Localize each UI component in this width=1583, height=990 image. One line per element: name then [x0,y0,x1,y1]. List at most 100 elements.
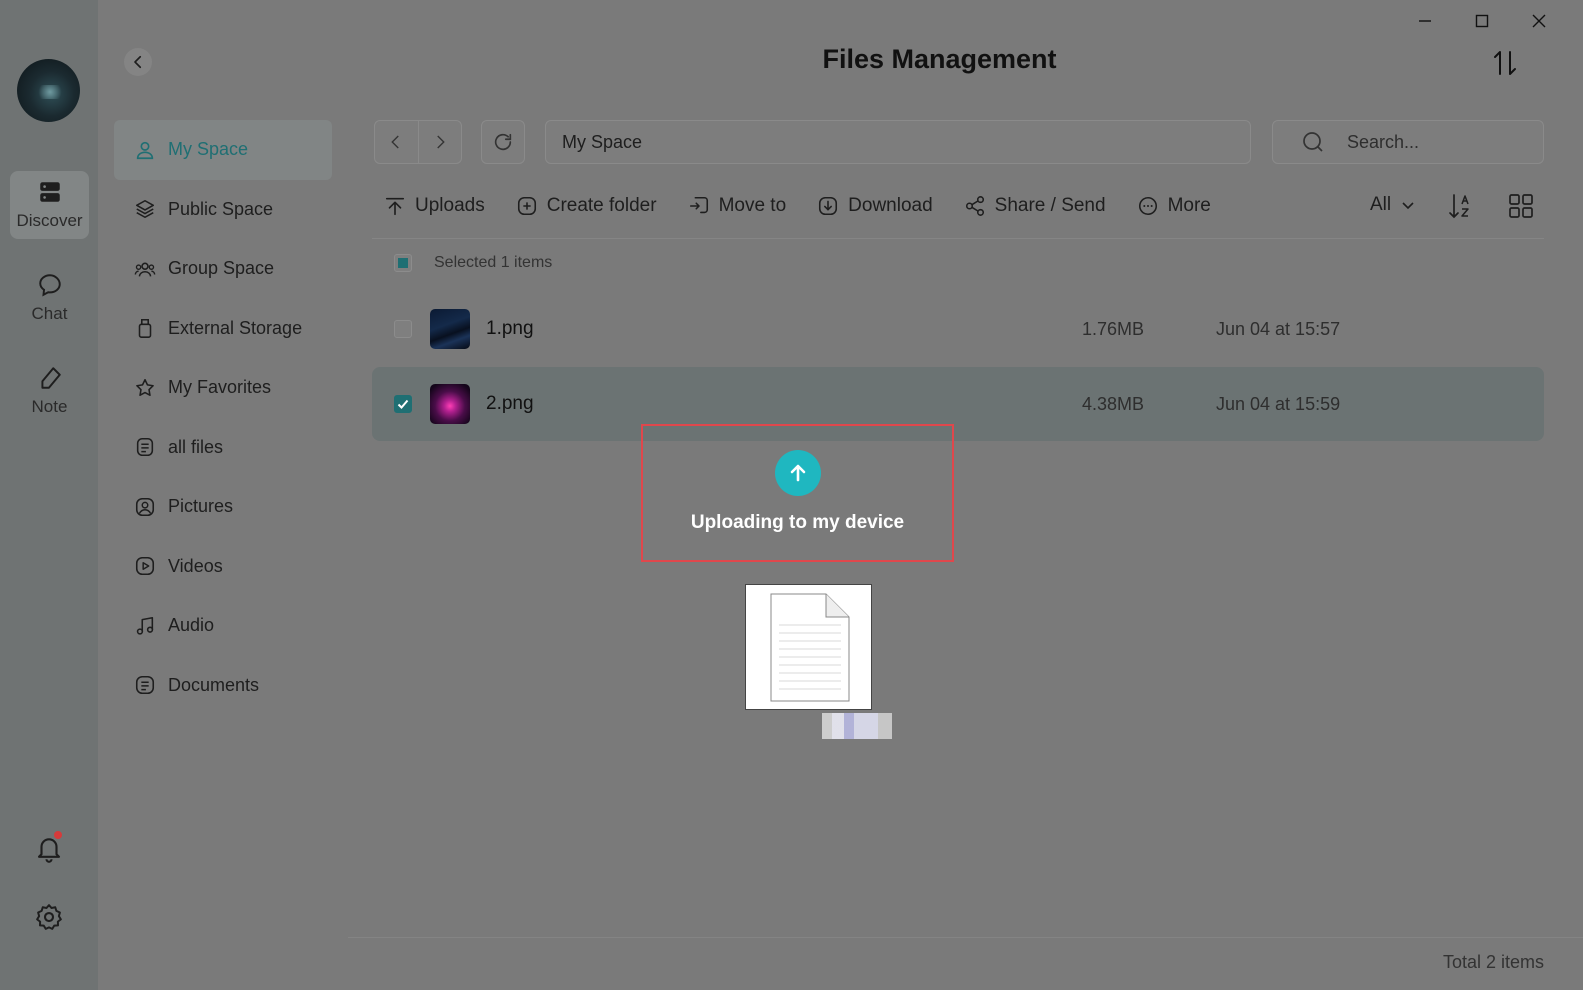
grid-icon [1509,194,1533,218]
history-nav [374,120,462,164]
minimize-button[interactable] [1412,8,1438,34]
transfer-button[interactable] [1490,48,1520,78]
document-icon [135,676,155,695]
upload-drop-zone[interactable]: Uploading to my device [641,424,954,562]
notifications-button[interactable] [34,831,64,863]
video-icon [135,557,155,576]
move-to-button[interactable]: Move to [688,195,786,217]
settings-button[interactable] [34,902,64,932]
move-icon [689,196,708,214]
more-icon [1138,196,1157,216]
sidebar-item-videos[interactable]: Videos [114,537,332,597]
pen-icon [40,367,61,389]
notification-badge [54,831,62,839]
rail-item-label: Note [31,397,68,416]
file-thumbnail [430,309,470,349]
search-box[interactable]: Search... [1272,120,1544,164]
server-icon [39,182,60,202]
file-date: Jun 04 at 15:59 [1216,393,1341,414]
file-thumbnail [430,384,470,424]
drop-zone-label: Uploading to my device [690,512,905,533]
file-size: 1.76MB [1082,318,1145,339]
sidebar-item-all-files[interactable]: all files [114,418,332,478]
selection-header: Selected 1 items [394,254,552,272]
sidebar-item-documents[interactable]: Documents [114,656,332,716]
share-icon [965,196,984,216]
toolbar: Uploads Create folder Move to Download S… [384,188,1211,224]
rail-item-chat[interactable]: Chat [10,264,89,332]
sidebar-item-external-storage[interactable]: External Storage [114,299,332,359]
total-items: Total 2 items [1442,952,1544,972]
search-icon [1303,132,1323,152]
sidebar-item-my-favorites[interactable]: My Favorites [114,358,332,418]
minimize-icon [1419,20,1431,22]
file-size: 4.38MB [1082,393,1145,414]
refresh-button[interactable] [481,120,525,164]
history-forward-button[interactable] [419,121,462,163]
dragged-file-label [822,713,892,739]
file-icon [770,593,850,702]
maximize-icon [1475,14,1489,28]
upload-arrow-icon [774,450,821,496]
back-button[interactable] [124,48,152,76]
page-title: Files Management [822,44,1057,74]
filter-dropdown[interactable]: All [1370,194,1415,216]
rail-item-label: Chat [31,304,68,323]
sidebar-item-audio[interactable]: Audio [114,596,332,656]
sidebar-item-my-space[interactable]: My Space [114,120,332,180]
rail-item-label: Discover [16,211,83,230]
row-checkbox[interactable] [394,395,412,413]
select-all-checkbox[interactable] [394,254,412,272]
group-icon [134,262,156,277]
sidebar-item-public-space[interactable]: Public Space [114,180,332,240]
sort-button[interactable] [1448,192,1474,220]
status-bar: Total 2 items [348,937,1583,990]
selection-count: Selected 1 items [434,254,553,271]
table-row[interactable]: 1.png 1.76MB Jun 04 at 15:57 [372,292,1544,366]
file-name: 2.png [486,393,534,414]
rail-item-discover[interactable]: Discover [10,171,89,239]
uploads-button[interactable]: Uploads [384,195,485,217]
file-date: Jun 04 at 15:57 [1216,318,1341,339]
path-field[interactable]: My Space [545,120,1251,164]
app-rail: Discover Chat Note [0,0,98,990]
chevron-right-icon [437,135,445,149]
chevron-left-icon [134,55,142,69]
file-name: 1.png [486,318,534,339]
space-nav: My Space Public Space Group Space Extern… [114,120,332,715]
maximize-button[interactable] [1469,8,1495,34]
star-icon [136,378,154,396]
add-circle-icon [517,196,536,216]
dragged-file-preview [745,584,872,710]
share-send-button[interactable]: Share / Send [964,195,1106,217]
music-icon [136,616,154,635]
upload-icon [385,197,405,216]
avatar[interactable] [17,59,80,122]
row-checkbox[interactable] [394,320,412,338]
usb-icon [138,319,152,339]
table-row[interactable]: 2.png 4.38MB Jun 04 at 15:59 [372,367,1544,441]
layers-icon [135,200,155,219]
grid-view-button[interactable] [1507,192,1535,220]
divider [372,238,1544,239]
sidebar: My Space Public Space Group Space Extern… [98,0,348,990]
picture-icon [135,497,155,516]
download-icon [819,196,838,216]
chevron-down-icon [1402,202,1414,210]
history-back-button[interactable] [375,121,419,163]
sidebar-item-pictures[interactable]: Pictures [114,477,332,537]
more-button[interactable]: More [1137,195,1211,217]
close-button[interactable] [1526,8,1552,34]
close-icon [1532,14,1546,28]
download-button[interactable]: Download [817,195,933,217]
sort-az-icon [1449,194,1469,219]
rail-item-note[interactable]: Note [10,357,89,425]
chevron-left-icon [391,135,399,149]
gear-icon [36,904,62,930]
check-icon [397,399,409,409]
search-input[interactable]: Search... [1347,132,1419,153]
create-folder-button[interactable]: Create folder [516,195,657,217]
sidebar-item-group-space[interactable]: Group Space [114,239,332,299]
files-icon [136,438,154,457]
user-icon [136,141,154,159]
